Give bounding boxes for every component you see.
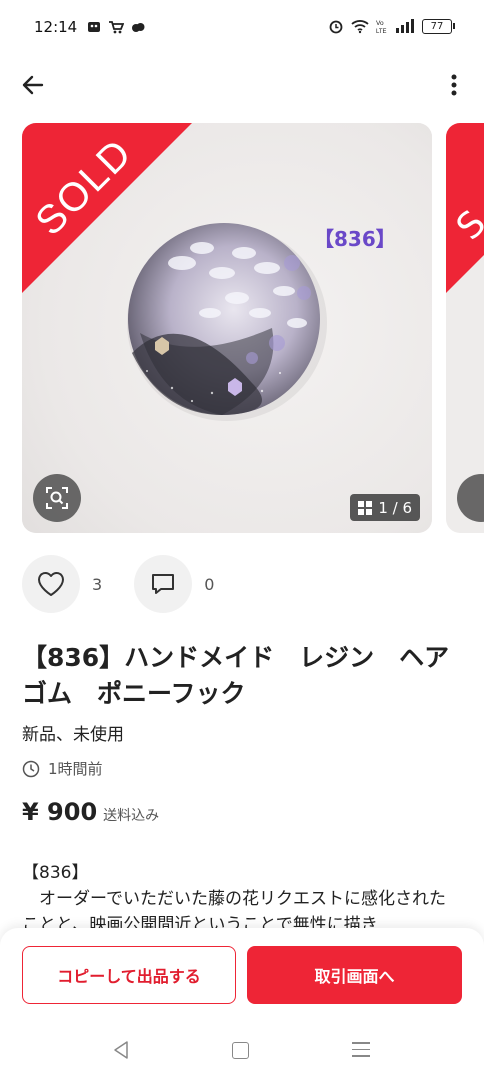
more-vert-icon — [451, 74, 457, 96]
product-condition: 新品、未使用 — [22, 725, 124, 745]
price: ¥ 900 — [22, 798, 98, 826]
alarm-icon — [329, 20, 343, 34]
description-line: 【836】 — [22, 863, 89, 883]
posted-time-text: 1時間前 — [48, 760, 103, 778]
grid-icon — [358, 500, 373, 515]
volte-icon: Vo LTE — [376, 20, 387, 34]
clock-icon — [22, 760, 40, 777]
nav-back-icon[interactable] — [112, 1040, 130, 1060]
cart-icon — [109, 21, 124, 34]
comment-count: 0 — [204, 574, 215, 594]
product-title: 【836】ハンドメイド レジン ヘアゴム ポニーフック — [22, 643, 450, 708]
nav-home-icon[interactable] — [232, 1042, 249, 1059]
zoom-button[interactable] — [33, 474, 81, 522]
next-image-zoom-button — [457, 474, 484, 522]
comment-icon — [152, 574, 175, 594]
copy-listing-button[interactable]: コピーして出品する — [22, 946, 236, 1004]
image-counter-text: 1 / 6 — [378, 498, 412, 517]
image-product-code: 【836】 — [314, 227, 396, 251]
cloud-icon — [132, 23, 145, 32]
like-button[interactable] — [22, 555, 80, 613]
price-row: ¥ 900 送料込み — [22, 798, 159, 826]
svg-text:Vo: Vo — [376, 20, 384, 27]
product-image-carousel[interactable]: SOLD 【836】 1 / 6 — [22, 123, 432, 533]
nav-recents-icon[interactable] — [352, 1042, 370, 1062]
trade-screen-button[interactable]: 取引画面へ — [247, 946, 462, 1004]
sold-ribbon: SOLD — [22, 123, 192, 293]
posted-time: 1時間前 — [22, 758, 103, 779]
product-description: 【836】 オーダーでいただいた藤の花リクエストに感化されたことと、映画公開間近… — [22, 860, 462, 938]
wifi-icon — [351, 20, 369, 34]
zoom-scan-icon — [46, 487, 68, 509]
like-count: 3 — [92, 574, 103, 594]
notification-icons — [86, 19, 146, 35]
status-bar: 12:14 Vo LTE 77 — [0, 0, 484, 56]
engagement-row: 3 0 — [22, 555, 442, 613]
next-image-preview[interactable]: S — [446, 123, 484, 533]
system-icons: Vo LTE 77 — [328, 18, 455, 34]
system-navigation-bar — [0, 1030, 484, 1070]
more-options-button[interactable] — [446, 70, 462, 100]
shipping-note: 送料込み — [103, 808, 160, 824]
app-notification-icon — [88, 22, 100, 32]
comment-button[interactable] — [134, 555, 193, 613]
signal-icon — [396, 19, 414, 33]
back-button[interactable] — [18, 70, 48, 100]
svg-text:LTE: LTE — [376, 29, 387, 34]
battery-icon: 77 — [422, 18, 455, 34]
status-time: 12:14 — [34, 18, 78, 36]
arrow-left-icon — [22, 75, 44, 95]
image-counter: 1 / 6 — [350, 494, 420, 521]
heart-icon — [37, 571, 65, 596]
